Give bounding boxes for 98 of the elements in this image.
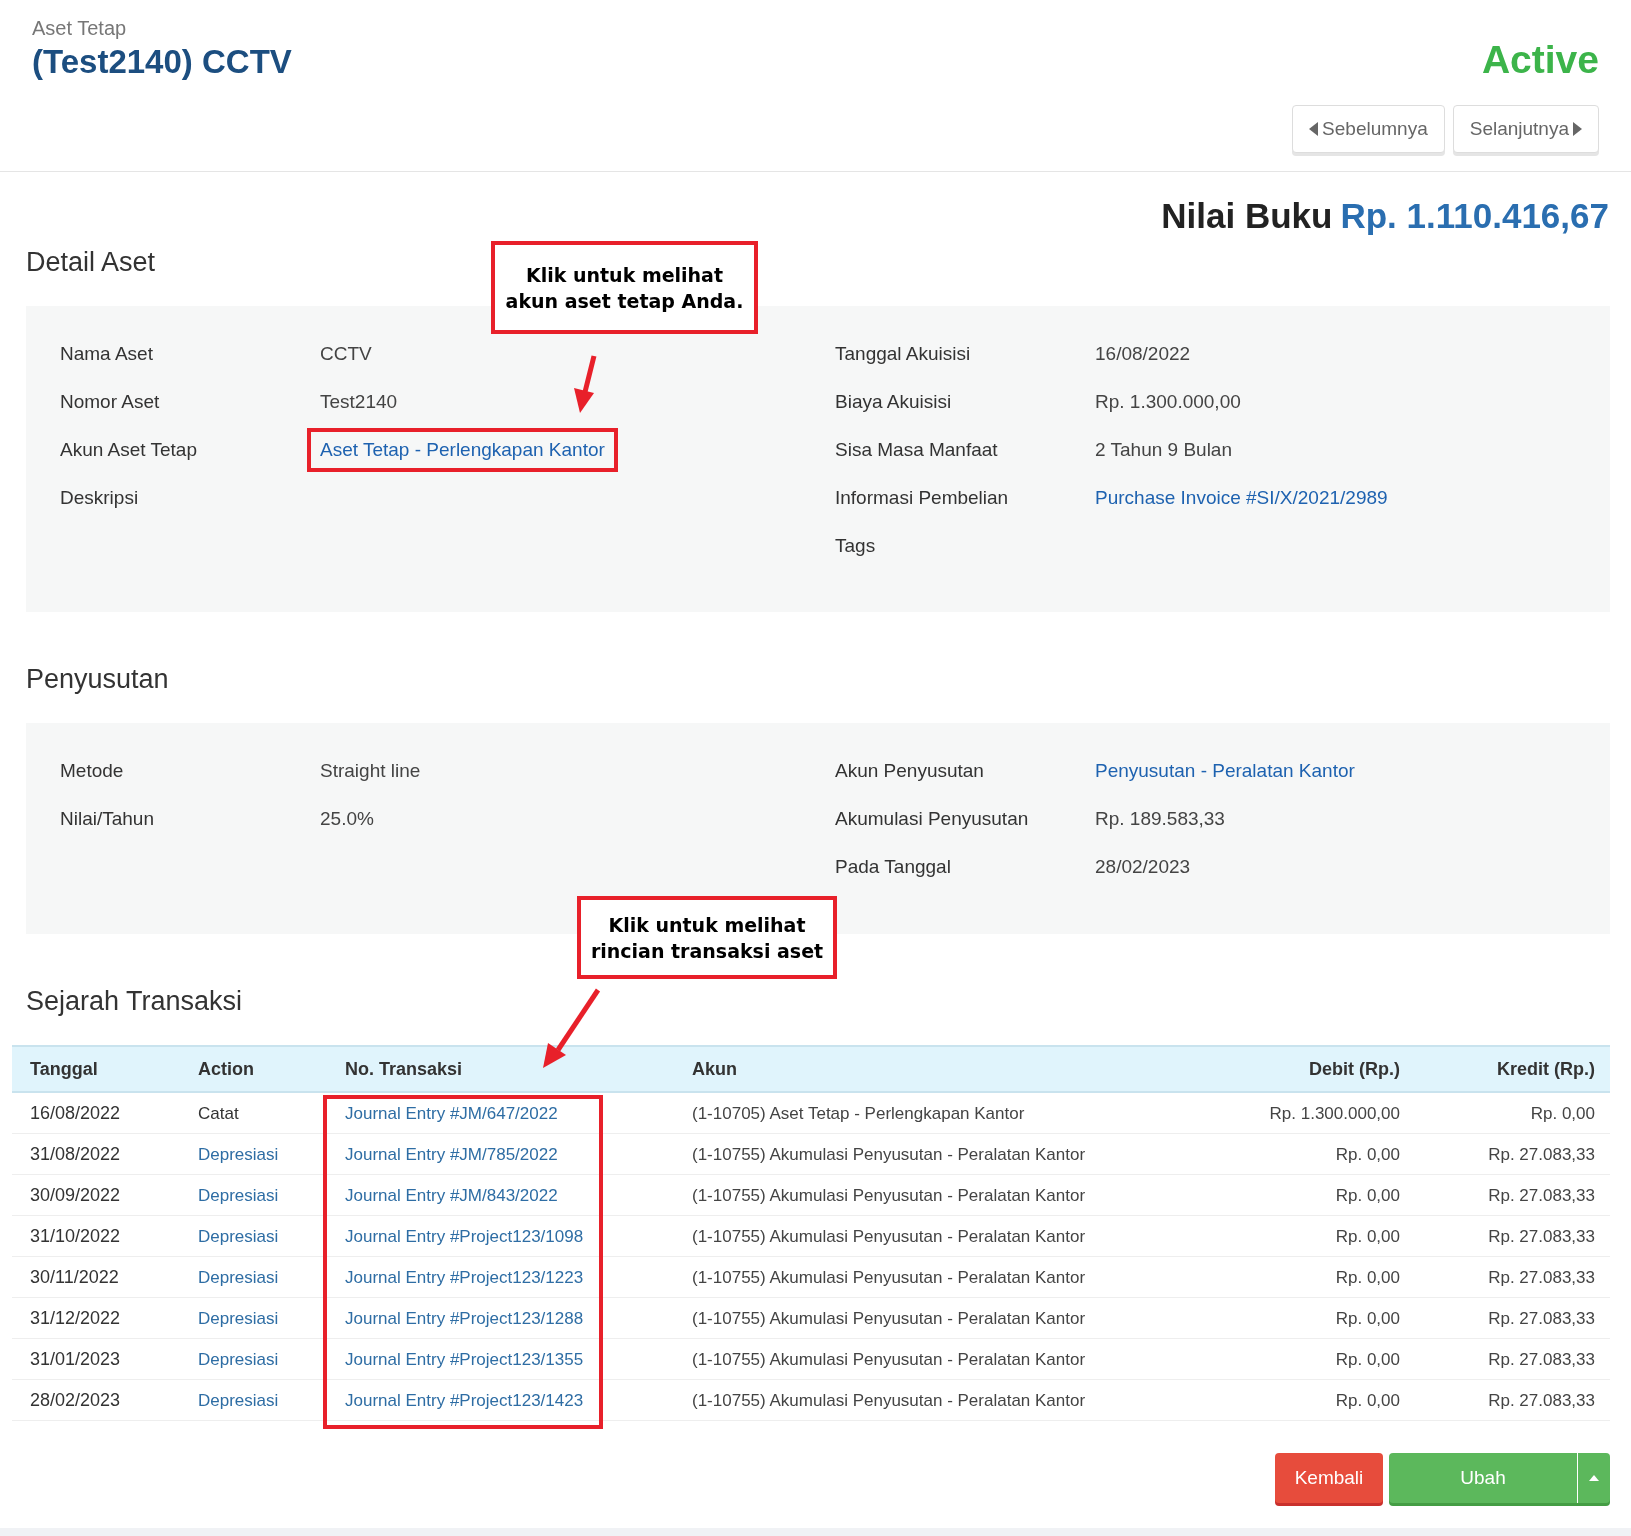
table-cell-text: Rp. 0,00 [1529, 1102, 1595, 1125]
callout-box: Klik untuk melihat rincian transaksi aset [577, 896, 837, 979]
transaction-link[interactable]: Journal Entry #JM/785/2022 [345, 1141, 692, 1167]
table-cell-text: Rp. 27.083,33 [1487, 1389, 1595, 1412]
field-label: Akumulasi Penyusutan [835, 806, 1030, 831]
arrow [574, 355, 597, 413]
field-value: 2 Tahun 9 Bulan [1095, 438, 1232, 462]
section-heading: Detail Aset [26, 245, 156, 279]
table-cell-text: (1-10705) Aset Tetap - Perlengkapan Kantor [692, 1102, 1026, 1125]
caret-right-icon [1573, 121, 1582, 136]
status-label: Active [1481, 37, 1599, 83]
book-value-amount: Rp. 1.110.416,67 [1340, 195, 1609, 237]
breadcrumb: Aset Tetap [32, 16, 128, 41]
field-value: 25.0% [320, 806, 374, 831]
section-heading: Penyusutan [26, 663, 169, 697]
table-cell-text: (1-10755) Akumulasi Penyusutan - Peralatan Kantor [692, 1389, 1087, 1412]
previous-button[interactable]: Sebelumnya [1292, 104, 1445, 153]
table-cell-text: Rp. 1.300.000,00 [1268, 1102, 1400, 1125]
page-title: (Test2140) CCTV [32, 42, 292, 82]
field-link[interactable]: Penyusutan - Peralatan Kantor [1095, 756, 1355, 785]
action-link[interactable]: Depresiasi [198, 1387, 345, 1413]
table-cell-text: Rp. 0,00 [1334, 1307, 1400, 1330]
table-cell-text: 30/11/2022 [30, 1265, 120, 1289]
field-label: Pada Tanggal [835, 854, 952, 879]
table-cell-text: Rp. 0,00 [1334, 1389, 1400, 1412]
table-cell-text: 30/09/2022 [30, 1183, 122, 1207]
back-button[interactable]: Kembali [1275, 1453, 1383, 1504]
table-cell-text: 31/01/2023 [30, 1347, 122, 1371]
table-cell-text: Rp. 0,00 [1334, 1143, 1400, 1166]
callout-box: Klik untuk melihat akun aset tetap Anda. [491, 241, 758, 334]
transaction-link[interactable]: Journal Entry #Project123/1355 [345, 1346, 692, 1372]
transaction-link[interactable]: Journal Entry #JM/647/2022 [345, 1100, 692, 1126]
dropdown-button[interactable] [1577, 1453, 1610, 1504]
action-link[interactable]: Depresiasi [198, 1346, 345, 1372]
table-cell-text: Catat [198, 1102, 240, 1125]
table-cell-text: 31/10/2022 [30, 1224, 122, 1248]
column-header: Action [198, 1057, 255, 1081]
field-label: Sisa Masa Manfaat [835, 438, 999, 462]
table-cell-text: Rp. 27.083,33 [1487, 1307, 1595, 1330]
field-label: Nama Aset [60, 342, 154, 366]
field-label: Informasi Pembelian [835, 486, 1010, 510]
table-cell-text: 16/08/2022 [30, 1101, 122, 1125]
field-label: Nomor Aset [60, 390, 161, 414]
transaction-link[interactable]: Journal Entry #JM/843/2022 [345, 1182, 692, 1208]
action-link[interactable]: Depresiasi [198, 1141, 345, 1167]
section-heading: Sejarah Transaksi [26, 984, 243, 1018]
field-value: 16/08/2022 [1095, 342, 1191, 366]
action-link[interactable]: Depresiasi [198, 1223, 345, 1249]
field-label: Akun Aset Tetap [60, 438, 198, 462]
book-value-label: Nilai Buku [1161, 195, 1333, 237]
column-header: Debit (Rp.) [1308, 1057, 1400, 1081]
column-header: Tanggal [30, 1057, 99, 1081]
next-button[interactable]: Selanjutnya [1452, 104, 1599, 153]
transaction-link[interactable]: Journal Entry #Project123/1423 [345, 1387, 692, 1413]
table-cell-text: Rp. 0,00 [1334, 1225, 1400, 1248]
field-link[interactable]: Purchase Invoice #SI/X/2021/2989 [1095, 484, 1388, 513]
table-cell-text: Rp. 27.083,33 [1487, 1184, 1595, 1207]
transaction-link[interactable]: Journal Entry #Project123/1288 [345, 1305, 692, 1331]
field-label: Akun Penyusutan [835, 758, 985, 783]
field-label: Biaya Akuisisi [835, 390, 953, 414]
field-value: Straight line [320, 758, 421, 783]
field-value: Rp. 189.583,33 [1095, 806, 1225, 831]
transaction-link[interactable]: Journal Entry #Project123/1223 [345, 1264, 692, 1290]
column-header: Akun [692, 1057, 738, 1081]
field-label: Metode [60, 758, 125, 783]
field-value: 28/02/2023 [1095, 854, 1191, 879]
column-header: Kredit (Rp.) [1496, 1057, 1595, 1081]
table-cell-text: Rp. 0,00 [1334, 1266, 1400, 1289]
field-value: Rp. 1.300.000,00 [1095, 390, 1241, 414]
table-cell-text: (1-10755) Akumulasi Penyusutan - Peralatan Kantor [692, 1184, 1087, 1207]
table-cell-text: 31/08/2022 [30, 1142, 122, 1166]
field-value: Test2140 [320, 390, 398, 414]
table-cell-text: Rp. 27.083,33 [1487, 1348, 1595, 1371]
column-header: No. Transaksi [345, 1057, 464, 1081]
field-label: Deskripsi [60, 486, 140, 510]
table-cell-text: (1-10755) Akumulasi Penyusutan - Peralatan Kantor [692, 1348, 1087, 1371]
field-label: Nilai/Tahun [60, 806, 155, 831]
table-cell-text: (1-10755) Akumulasi Penyusutan - Peralatan Kantor [692, 1266, 1087, 1289]
action-link[interactable]: Depresiasi [198, 1305, 345, 1331]
field-label: Tanggal Akuisisi [835, 342, 972, 366]
field-value: CCTV [320, 342, 372, 366]
caret-up-icon [1589, 1475, 1599, 1482]
table-cell-text: Rp. 27.083,33 [1487, 1266, 1595, 1289]
table-cell-text: Rp. 0,00 [1334, 1348, 1400, 1371]
transaction-link[interactable]: Journal Entry #Project123/1098 [345, 1223, 692, 1249]
table-cell-text: (1-10755) Akumulasi Penyusutan - Peralatan Kantor [692, 1143, 1087, 1166]
table-cell-text: (1-10755) Akumulasi Penyusutan - Peralatan Kantor [692, 1307, 1087, 1330]
field-link[interactable]: Aset Tetap - Perlengkapan Kantor [320, 436, 605, 465]
field-label: Tags [835, 534, 877, 558]
table-cell-text: Rp. 0,00 [1334, 1184, 1400, 1207]
table-cell-text: (1-10755) Akumulasi Penyusutan - Peralatan Kantor [692, 1225, 1087, 1248]
table-cell-text: Rp. 27.083,33 [1487, 1143, 1595, 1166]
caret-left-icon [1309, 121, 1319, 136]
table-cell-text: Rp. 27.083,33 [1487, 1225, 1595, 1248]
action-link[interactable]: Depresiasi [198, 1182, 345, 1208]
action-link[interactable]: Depresiasi [198, 1264, 345, 1290]
table-cell-text: 31/12/2022 [30, 1306, 122, 1330]
table-cell-text: 28/02/2023 [30, 1388, 122, 1412]
